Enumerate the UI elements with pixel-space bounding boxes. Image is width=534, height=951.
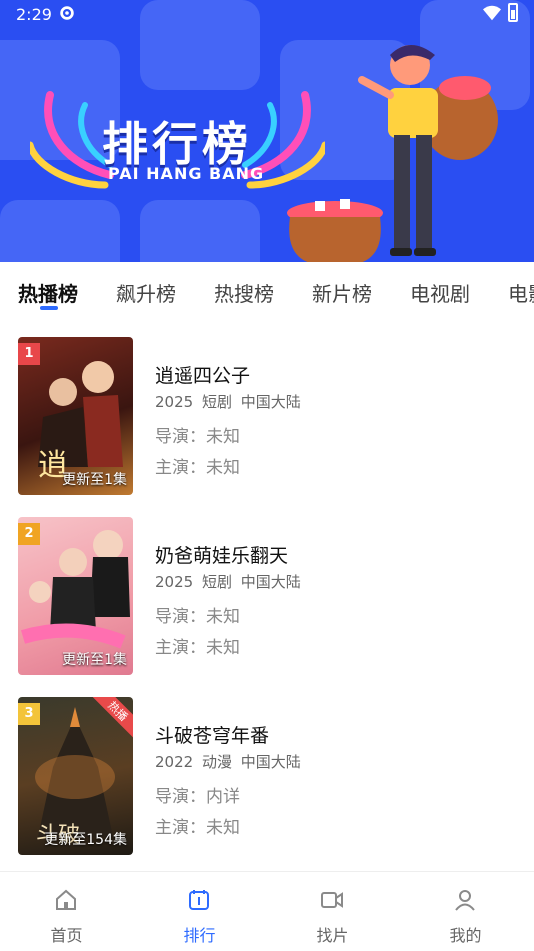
battery-icon bbox=[508, 3, 518, 22]
item-genre: 短剧 bbox=[201, 573, 232, 591]
tab-tv[interactable]: 电视剧 bbox=[410, 278, 470, 307]
rank-icon bbox=[189, 890, 209, 910]
rank-badge: 1 bbox=[18, 343, 40, 365]
nav-rank-label: 排行 bbox=[183, 926, 216, 945]
bottom-nav: 首页 排行 找片 我的 bbox=[0, 871, 534, 951]
nav-home-label: 首页 bbox=[50, 926, 83, 945]
tab-indicator bbox=[40, 306, 58, 310]
update-label: 更新至154集 bbox=[44, 832, 127, 848]
item-cast: 主演：未知 bbox=[155, 458, 240, 478]
item-meta: 2022 动漫 中国大陆 bbox=[155, 751, 301, 772]
rank-badge: 3 bbox=[18, 703, 40, 725]
list-item[interactable]: 逍 1 更新至1集 逍遥四公子 2025 短剧 中国大陆 导演：未知 主演：未知 bbox=[0, 337, 534, 497]
poster-image[interactable]: 逍 1 更新至1集 bbox=[18, 337, 133, 495]
item-year: 2025 bbox=[155, 393, 194, 411]
banner: 排行榜 PAI HANG BANG bbox=[0, 0, 534, 262]
item-title[interactable]: 斗破苍穹年番 bbox=[155, 721, 269, 748]
item-region: 中国大陆 bbox=[240, 393, 301, 411]
banner-bg-card bbox=[140, 200, 260, 262]
nav-home[interactable]: 首页 bbox=[0, 872, 133, 951]
item-year: 2022 bbox=[155, 753, 194, 771]
item-region: 中国大陆 bbox=[240, 753, 301, 771]
tab-hot-play[interactable]: 热播榜 bbox=[18, 278, 78, 307]
item-director: 导演：内详 bbox=[155, 787, 240, 807]
banner-bg-card bbox=[0, 200, 120, 262]
item-cast: 主演：未知 bbox=[155, 818, 240, 838]
rank-tabs: 热播榜 飙升榜 热搜榜 新片榜 电视剧 电影 bbox=[0, 262, 534, 312]
status-time: 2:29 bbox=[16, 5, 52, 24]
nav-find-label: 找片 bbox=[316, 926, 349, 945]
banner-subtitle: PAI HANG BANG bbox=[108, 164, 265, 183]
wifi-icon bbox=[483, 5, 501, 21]
user-icon bbox=[455, 890, 475, 911]
item-meta: 2025 短剧 中国大陆 bbox=[155, 391, 301, 412]
list-item[interactable]: 2 更新至1集 奶爸萌娃乐翻天 2025 短剧 中国大陆 导演：未知 主演：未知 bbox=[0, 517, 534, 677]
status-bar: 2:29 bbox=[0, 0, 534, 30]
item-region: 中国大陆 bbox=[240, 573, 301, 591]
item-meta: 2025 短剧 中国大陆 bbox=[155, 571, 301, 592]
item-genre: 短剧 bbox=[201, 393, 232, 411]
poster-image[interactable]: 斗破 3 热播 更新至154集 bbox=[18, 697, 133, 855]
item-director: 导演：未知 bbox=[155, 427, 240, 447]
item-cast: 主演：未知 bbox=[155, 638, 240, 658]
list-item[interactable]: 斗破 3 热播 更新至154集 斗破苍穹年番 2022 动漫 中国大陆 导演：内… bbox=[0, 697, 534, 857]
tab-movie[interactable]: 电影 bbox=[508, 278, 534, 307]
nav-find[interactable]: 找片 bbox=[266, 872, 399, 951]
gear-icon bbox=[60, 6, 74, 20]
character-illustration bbox=[358, 45, 498, 256]
tab-rising[interactable]: 飙升榜 bbox=[116, 278, 176, 307]
update-label: 更新至1集 bbox=[62, 472, 127, 488]
item-title[interactable]: 奶爸萌娃乐翻天 bbox=[155, 541, 288, 568]
item-title[interactable]: 逍遥四公子 bbox=[155, 361, 250, 388]
poster-image[interactable]: 2 更新至1集 bbox=[18, 517, 133, 675]
update-label: 更新至1集 bbox=[62, 652, 127, 668]
nav-rank[interactable]: 排行 bbox=[133, 872, 266, 951]
home-icon bbox=[56, 889, 76, 910]
tab-new[interactable]: 新片榜 bbox=[312, 278, 372, 307]
nav-mine-label: 我的 bbox=[449, 926, 482, 945]
video-icon bbox=[321, 892, 343, 908]
item-genre: 动漫 bbox=[201, 753, 232, 771]
rank-badge: 2 bbox=[18, 523, 40, 545]
tab-hot-search[interactable]: 热搜榜 bbox=[214, 278, 274, 307]
item-year: 2025 bbox=[155, 573, 194, 591]
nav-mine[interactable]: 我的 bbox=[399, 872, 532, 951]
item-director: 导演：未知 bbox=[155, 607, 240, 627]
